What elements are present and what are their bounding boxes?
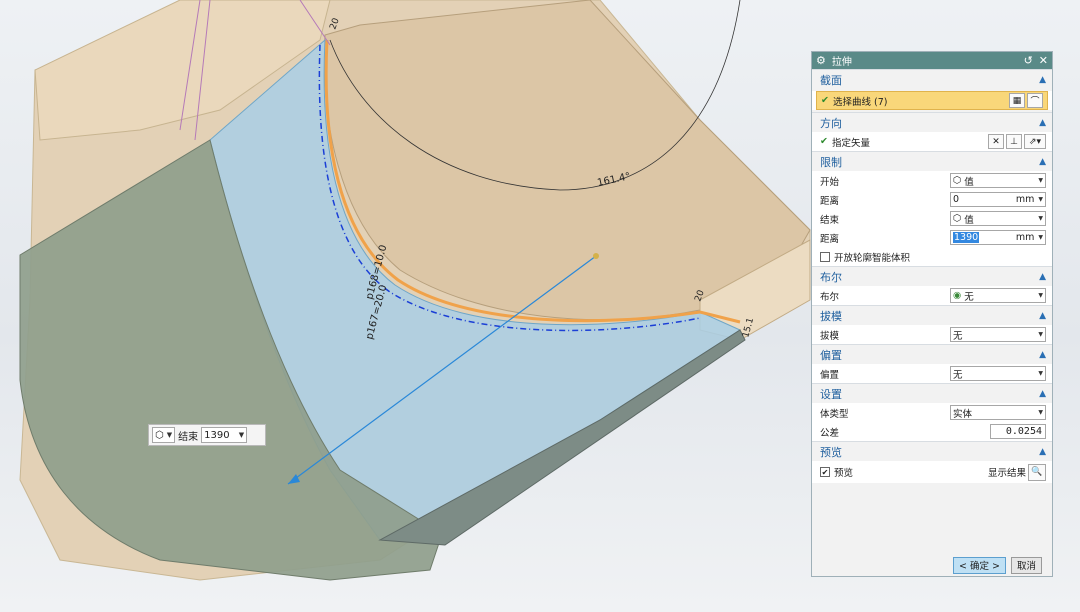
boolean-label: 布尔 [820,291,840,303]
collapse-icon[interactable]: ▲ [1039,389,1046,399]
collapse-icon[interactable]: ▲ [1039,350,1046,360]
cancel-button[interactable]: 取消 [1010,556,1042,574]
tolerance-row: 公差 0.0254 [812,422,1052,441]
chevron-down-icon: ▼ [238,431,245,439]
collapse-icon[interactable]: ▲ [1039,272,1046,282]
distance-end-row: 距离 1390 mm ▼ [812,228,1052,247]
section-header-section[interactable]: 截面 ▲ [812,69,1052,89]
chevron-down-icon: ▼ [1038,409,1043,416]
dialog-titlebar[interactable]: ⚙ 拉伸 ↺ ✕ [812,52,1052,69]
end-row: 结束 ⬡ 值 ▼ [812,209,1052,228]
open-profile-label: 开放轮廓智能体积 [834,252,911,264]
boolean-none-icon: ◉ [953,290,962,301]
select-curve-label: 选择曲线 (7) [832,96,888,108]
preview-label: 预览 [834,468,854,479]
check-icon: ✔ [820,136,828,147]
open-profile-row[interactable]: 开放轮廓智能体积 [812,247,1052,266]
collapse-icon[interactable]: ▲ [1039,75,1046,85]
chevron-down-icon: ▼ [1038,292,1043,299]
float-end-label: 结束 [178,431,199,443]
tolerance-input[interactable]: 0.0254 [990,424,1046,439]
chevron-down-icon: ▼ [1038,370,1043,377]
vector-origin [593,253,599,259]
end-label: 结束 [820,214,840,226]
cube-icon: ⬡ [953,175,962,186]
draft-select[interactable]: 无 ▼ [950,327,1046,342]
offset-row: 偏置 无 ▼ [812,364,1052,383]
specify-vector-row[interactable]: ✔ 指定矢量 ✕ ⊥ ⇗▾ [812,132,1052,151]
cube-icon: ⬡ [953,213,962,224]
open-profile-checkbox[interactable] [820,251,830,262]
section-header-preview[interactable]: 预览 ▲ [812,441,1052,461]
cube-icon: ⬡ [155,429,164,441]
curve-icon[interactable]: ⌒ [1027,93,1043,108]
boolean-row: 布尔 ◉ 无 ▼ [812,286,1052,305]
preview-row: ✔ 预览 显示结果 🔍 [812,461,1052,483]
show-result-label: 显示结果 [987,468,1026,479]
select-curve-row[interactable]: ✔ 选择曲线 (7) ▦ ⌒ [816,91,1048,110]
section-header-settings[interactable]: 设置 ▲ [812,383,1052,403]
distance-label: 距离 [820,233,840,245]
chevron-down-icon: ▼ [1038,196,1043,203]
end-select[interactable]: ⬡ 值 ▼ [950,211,1046,226]
ok-button[interactable]: < 确定 > [953,556,1006,574]
collapse-icon[interactable]: ▲ [1039,118,1046,128]
offset-select[interactable]: 无 ▼ [950,366,1046,381]
preview-checkbox[interactable]: ✔ [820,467,830,477]
section-header-boolean[interactable]: 布尔 ▲ [812,266,1052,286]
vector-dialog-icon[interactable]: ⇗▾ [1024,134,1046,149]
distance-start-row: 距离 0 mm ▼ [812,190,1052,209]
gear-icon[interactable]: ⚙ [816,54,826,67]
section-header-offset[interactable]: 偏置 ▲ [812,344,1052,364]
chevron-down-icon: ▼ [166,431,173,439]
magnifier-icon[interactable]: 🔍 [1028,463,1046,481]
section-header-limits[interactable]: 限制 ▲ [812,151,1052,171]
distance-start-input[interactable]: 0 mm ▼ [950,192,1046,207]
extrude-dialog: ⚙ 拉伸 ↺ ✕ 截面 ▲ ✔ 选择曲线 (7) ▦ ⌒ 方向 ▲ ✔ 指定矢量… [811,51,1053,577]
body-type-label: 体类型 [820,408,849,420]
distance-label: 距离 [820,195,840,207]
chevron-down-icon: ▼ [1038,234,1043,241]
section-header-draft[interactable]: 拔模 ▲ [812,305,1052,325]
draft-row: 拔模 无 ▼ [812,325,1052,344]
collapse-icon[interactable]: ▲ [1039,447,1046,457]
tolerance-label: 公差 [820,427,840,439]
float-type-select[interactable]: ⬡ ▼ [152,427,176,443]
float-end-value[interactable]: 1390 ▼ [201,427,248,443]
close-icon[interactable]: ✕ [1039,54,1048,67]
start-row: 开始 ⬡ 值 ▼ [812,171,1052,190]
chevron-down-icon: ▼ [1038,331,1043,338]
specify-vector-label: 指定矢量 [831,137,870,149]
dialog-footer: < 确定 > 取消 [812,554,1052,576]
draft-label: 拔模 [820,330,840,342]
start-label: 开始 [820,176,840,188]
collapse-icon[interactable]: ▲ [1039,311,1046,321]
start-select[interactable]: ⬡ 值 ▼ [950,173,1046,188]
check-icon: ✔ [821,95,829,106]
on-screen-end-input[interactable]: ⬡ ▼ 结束 1390 ▼ [148,424,266,446]
collapse-icon[interactable]: ▲ [1039,157,1046,167]
reverse-direction-icon[interactable]: ✕ [988,134,1004,149]
chevron-down-icon: ▼ [1038,215,1043,222]
body-type-select[interactable]: 实体 ▼ [950,405,1046,420]
offset-label: 偏置 [820,369,840,381]
body-type-row: 体类型 实体 ▼ [812,403,1052,422]
dialog-title: 拉伸 [831,57,852,68]
boolean-select[interactable]: ◉ 无 ▼ [950,288,1046,303]
chevron-down-icon: ▼ [1038,177,1043,184]
distance-end-input[interactable]: 1390 mm ▼ [950,230,1046,245]
section-header-direction[interactable]: 方向 ▲ [812,112,1052,132]
vector-axis-icon[interactable]: ⊥ [1006,134,1022,149]
sketch-section-icon[interactable]: ▦ [1009,93,1025,108]
reset-icon[interactable]: ↺ [1024,54,1033,67]
